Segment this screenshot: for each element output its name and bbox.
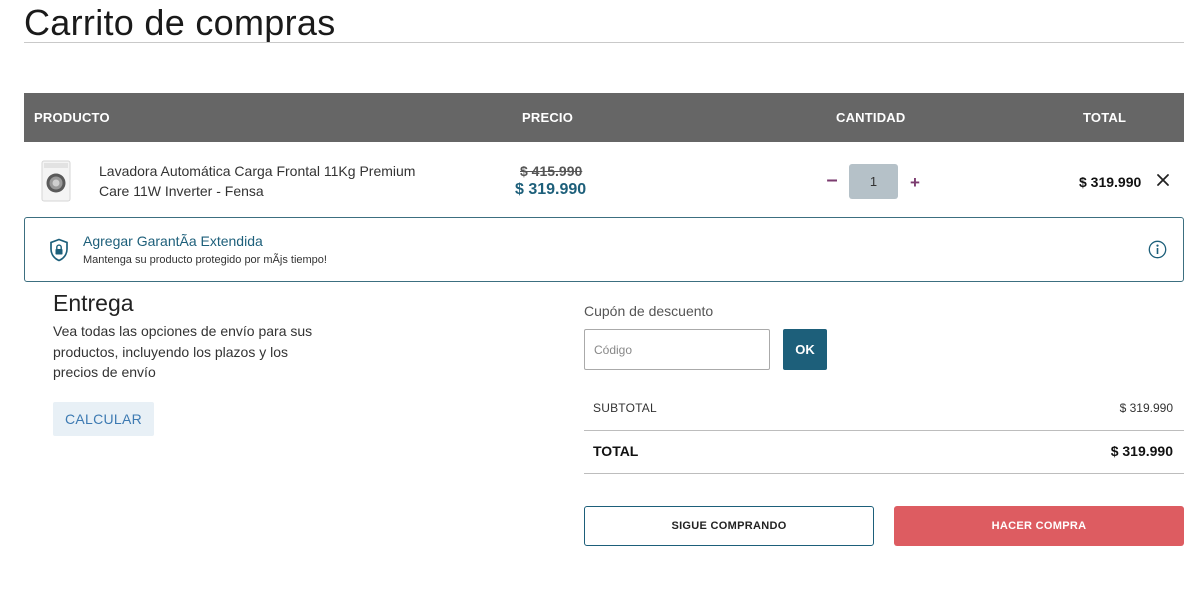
info-icon[interactable] [1148,240,1167,259]
checkout-button[interactable]: HACER COMPRA [894,506,1184,546]
delivery-title: Entrega [53,290,134,316]
cart-table-header: PRODUCTO PRECIO CANTIDAD TOTAL [24,93,1184,142]
quantity-input[interactable] [849,164,898,199]
apply-coupon-button[interactable]: OK [783,329,827,370]
subtotal-label: SUBTOTAL [593,401,657,415]
header-price: PRECIO [522,110,574,125]
coupon-code-input[interactable] [584,329,770,370]
product-name[interactable]: Lavadora Automática Carga Frontal 11Kg P… [99,161,439,201]
summary-divider [584,430,1184,431]
summary-divider [584,473,1184,474]
close-icon[interactable] [1155,172,1171,188]
delivery-description: Vea todas las opciones de envío para sus… [53,323,313,380]
header-quantity: CANTIDAD [836,110,906,125]
title-divider [24,42,1184,43]
coupon-label: Cupón de descuento [584,303,714,319]
total-value: $ 319.990 [1110,443,1173,459]
quantity-increase-button[interactable]: + [907,172,923,192]
cart-item-row: Lavadora Automática Carga Frontal 11Kg P… [24,143,1184,217]
subtotal-value: $ 319.990 [1119,401,1173,415]
calculate-shipping-button[interactable]: CALCULAR [53,402,154,436]
warranty-subtitle: Mantenga su producto protegido por mÃjs … [83,254,327,266]
line-total: $ 319.990 [1079,174,1142,190]
continue-shopping-button[interactable]: SIGUE COMPRANDO [584,506,874,546]
washing-machine-icon[interactable] [41,158,71,203]
warranty-title: Agregar GarantÃa Extendida [83,233,263,249]
shield-lock-icon [50,238,68,262]
quantity-decrease-button[interactable]: – [824,170,840,192]
total-label: TOTAL [593,443,639,459]
sale-price: $ 319.990 [515,181,587,198]
original-price: $ 415.990 [520,163,583,179]
header-product: PRODUCTO [34,110,110,125]
header-total: TOTAL [1083,110,1127,125]
page-title: Carrito de compras [24,2,336,43]
extended-warranty-option[interactable]: Agregar GarantÃa Extendida Mantenga su p… [24,217,1184,282]
